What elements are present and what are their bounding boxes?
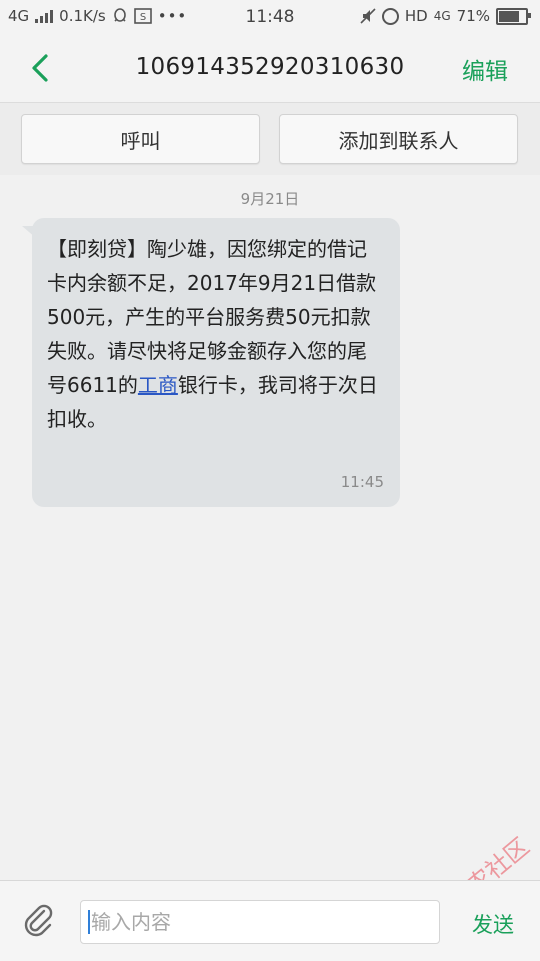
- battery-percent: 71%: [456, 7, 490, 25]
- page-title: 106914352920310630: [135, 54, 405, 80]
- send-button[interactable]: 发送: [472, 909, 514, 939]
- text-cursor: [88, 910, 90, 934]
- action-row: 呼叫 添加到联系人: [0, 103, 540, 175]
- bank-link[interactable]: 工商: [138, 373, 178, 397]
- message-time: 11:45: [340, 473, 384, 491]
- date-separator: 9月21日: [240, 190, 300, 208]
- status-right: HD 4G 71%: [360, 7, 531, 25]
- mute-icon: [360, 8, 376, 24]
- hd-label: HD: [404, 7, 428, 25]
- composer-bar: 发送: [0, 880, 540, 961]
- battery-icon: [496, 7, 531, 25]
- message-bubble[interactable]: 【即刻贷】陶少雄，因您绑定的借记卡内余额不足，2017年9月21日借款500元，…: [32, 218, 400, 507]
- call-button[interactable]: 呼叫: [21, 114, 260, 164]
- message-text: 【即刻贷】陶少雄，因您绑定的借记卡内余额不足，2017年9月21日借款500元，…: [47, 232, 386, 436]
- add-contact-button[interactable]: 添加到联系人: [279, 114, 518, 164]
- edit-button[interactable]: 编辑: [462, 52, 508, 86]
- paperclip-icon: [24, 904, 53, 937]
- network-type-right: 4G: [433, 9, 451, 23]
- alarm-icon: [381, 7, 399, 25]
- status-bar: 4G 0.1K/s S ••• 11:48 HD 4G 71%: [0, 0, 540, 34]
- message-input[interactable]: [80, 900, 440, 944]
- title-bar: 106914352920310630 编辑: [0, 34, 540, 103]
- attach-button[interactable]: [22, 903, 56, 937]
